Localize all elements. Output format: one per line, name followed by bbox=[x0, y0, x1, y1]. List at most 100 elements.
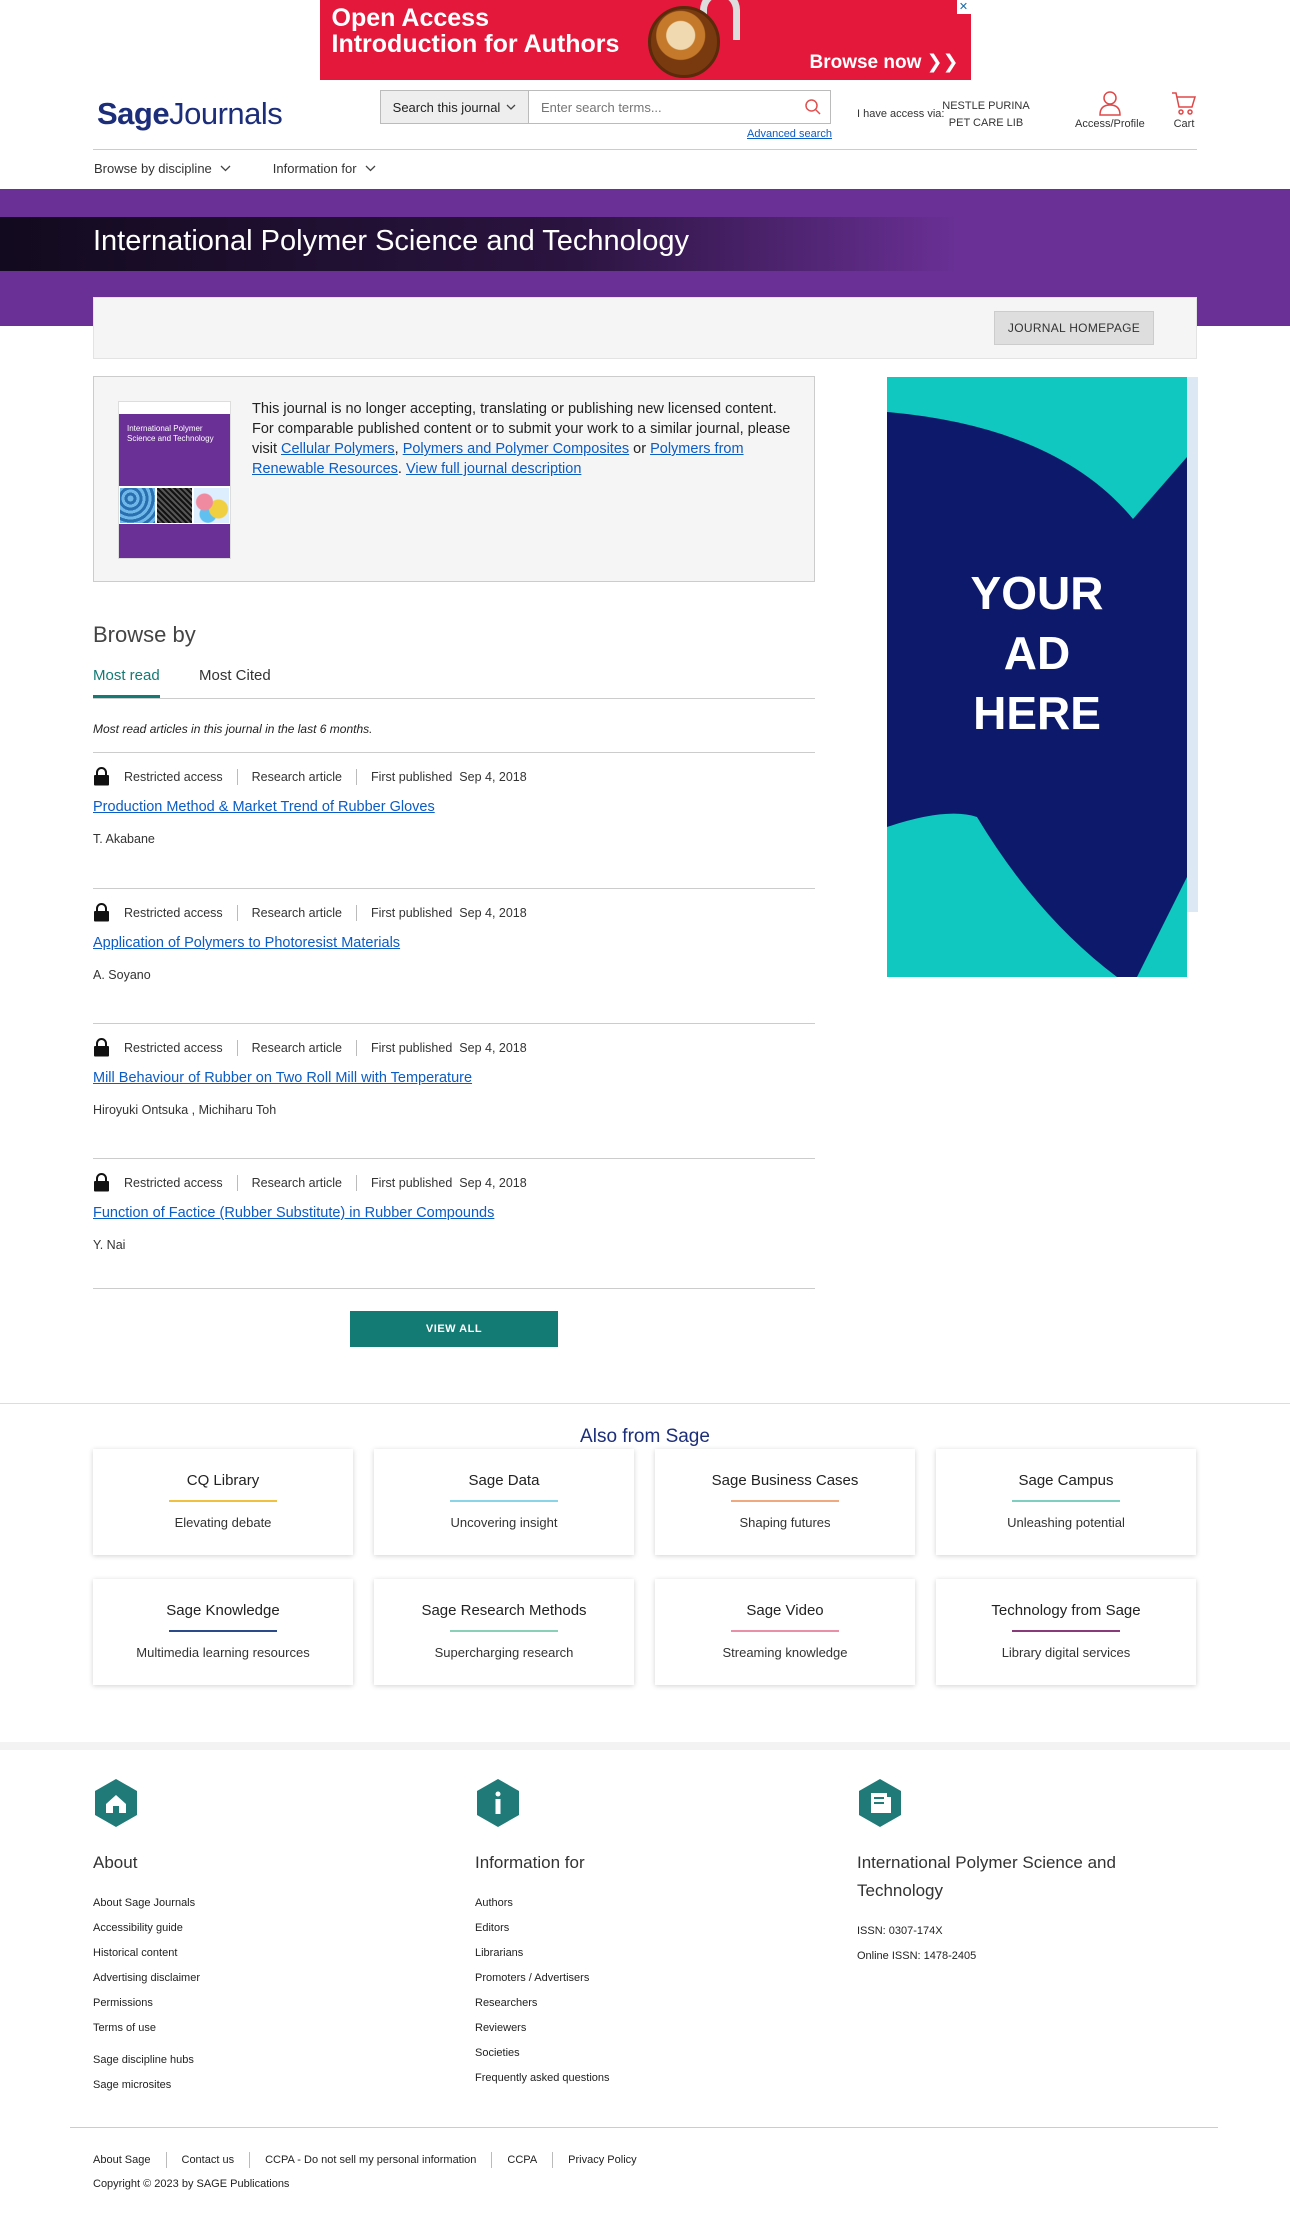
footer-info-title: Information for bbox=[475, 1853, 585, 1872]
top-ad-cta[interactable]: Browse now ❯❯ bbox=[809, 51, 958, 74]
footer-about-title: About bbox=[93, 1853, 138, 1872]
card-title: Sage Campus bbox=[1018, 1472, 1114, 1489]
sub-navigation: Browse by discipline Information for bbox=[93, 150, 1197, 186]
card-accent-line bbox=[169, 1630, 277, 1632]
meta-separator bbox=[355, 904, 357, 921]
polymers-composites-link[interactable]: Polymers and Polymer Composites bbox=[403, 441, 629, 457]
browse-by-discipline-menu[interactable]: Browse by discipline bbox=[94, 161, 231, 176]
issn: ISSN: 0307-174X bbox=[857, 1925, 943, 1937]
browse-by-discipline-label: Browse by discipline bbox=[94, 160, 212, 176]
sage-product-card[interactable]: Technology from Sage Library digital serv… bbox=[936, 1579, 1196, 1685]
sage-product-card[interactable]: Sage Knowledge Multimedia learning resour… bbox=[93, 1579, 353, 1685]
cover-header-strip bbox=[119, 402, 230, 414]
access-type: Restricted access bbox=[124, 769, 223, 784]
footer-link[interactable]: Sage discipline hubs bbox=[93, 2048, 200, 2073]
search-icon[interactable] bbox=[796, 91, 830, 123]
footer-link[interactable]: Societies bbox=[475, 2041, 610, 2066]
footer-rule bbox=[70, 2127, 1218, 2128]
journal-icon bbox=[859, 1779, 901, 1827]
sage-product-card[interactable]: Sage Video Streaming knowledge bbox=[655, 1579, 915, 1685]
footer-separator-line bbox=[491, 2152, 493, 2168]
cart-button[interactable]: Cart bbox=[1171, 90, 1197, 130]
journal-homepage-button[interactable]: JOURNAL HOMEPAGE bbox=[994, 311, 1154, 345]
combination-lock-graphic bbox=[647, 6, 720, 78]
ad-close-icon[interactable]: ✕ bbox=[956, 0, 971, 14]
footer-link[interactable]: Authors bbox=[475, 1891, 610, 1916]
article-type: Research article bbox=[251, 1040, 342, 1055]
published-date: Sep 4, 2018 bbox=[459, 1175, 527, 1190]
footer-link[interactable]: Historical content bbox=[93, 1941, 200, 1966]
article-title-link[interactable]: Application of Polymers to Photoresist M… bbox=[93, 935, 400, 951]
footer-separator bbox=[0, 1742, 1290, 1750]
information-for-menu[interactable]: Information for bbox=[273, 161, 376, 176]
journal-notice: International Polymer Science and Techno… bbox=[93, 376, 815, 582]
user-icon bbox=[1099, 91, 1121, 116]
view-all-button[interactable]: VIEW ALL bbox=[350, 1311, 558, 1347]
also-from-sage-section: Also from Sage CQ Library Elevating debat… bbox=[0, 1403, 1290, 1743]
cover-footer-block bbox=[119, 524, 230, 558]
footer-link[interactable]: Editors bbox=[475, 1916, 610, 1941]
footer-link[interactable]: Promoters / Advertisers bbox=[475, 1966, 610, 1991]
footer-link[interactable]: Terms of use bbox=[93, 2016, 200, 2041]
footer-bottom-link[interactable]: Contact us bbox=[182, 2154, 235, 2166]
meta-separator bbox=[236, 1039, 238, 1056]
footer-separator-line bbox=[552, 2152, 554, 2168]
footer-link[interactable]: Advertising disclaimer bbox=[93, 1966, 200, 1991]
journal-cover-image[interactable]: International Polymer Science and Techno… bbox=[118, 401, 231, 559]
cart-label: Cart bbox=[1173, 118, 1195, 130]
side-ad[interactable]: YOUR AD HERE bbox=[887, 377, 1187, 977]
top-ad-line2: Introduction for Authors bbox=[331, 30, 620, 58]
journal-notice-text: This journal is no longer accepting, tra… bbox=[252, 399, 792, 479]
sage-product-card[interactable]: Sage Data Uncovering insight bbox=[374, 1449, 634, 1555]
footer-bottom-link[interactable]: CCPA - Do not sell my personal informati… bbox=[265, 2154, 476, 2166]
meta-separator bbox=[236, 768, 238, 785]
footer-link[interactable]: Researchers bbox=[475, 1991, 610, 2016]
sage-product-card[interactable]: Sage Campus Unleashing potential bbox=[936, 1449, 1196, 1555]
cellular-polymers-link[interactable]: Cellular Polymers bbox=[281, 441, 395, 457]
tab-most-read[interactable]: Most read bbox=[93, 667, 160, 698]
article-title-link[interactable]: Function of Factice (Rubber Substitute) … bbox=[93, 1205, 494, 1221]
footer-link[interactable]: About Sage Journals bbox=[93, 1891, 200, 1916]
article-row: Restricted access Research article First p… bbox=[93, 1158, 815, 1294]
article-meta: Restricted access Research article First p… bbox=[93, 1173, 527, 1192]
sage-product-card[interactable]: Sage Research Methods Supercharging resea… bbox=[374, 1579, 634, 1685]
access-profile-button[interactable]: Access/Profile bbox=[1075, 90, 1145, 130]
view-journal-description-link[interactable]: View full journal description bbox=[406, 461, 581, 477]
search-input[interactable] bbox=[529, 91, 796, 123]
footer-link[interactable]: Sage microsites bbox=[93, 2073, 200, 2098]
article-meta: Restricted access Research article First p… bbox=[93, 767, 527, 786]
footer-link[interactable]: Librarians bbox=[475, 1941, 610, 1966]
article-title-link[interactable]: Production Method & Market Trend of Rubb… bbox=[93, 799, 435, 815]
card-subtitle: Supercharging research bbox=[434, 1645, 574, 1660]
footer-link[interactable]: Reviewers bbox=[475, 2016, 610, 2041]
sage-journals-logo[interactable]: SageJournals bbox=[97, 96, 283, 132]
site-header: SageJournals Search this journal Advance… bbox=[93, 80, 1197, 150]
sage-product-card[interactable]: CQ Library Elevating debate bbox=[93, 1449, 353, 1555]
notice-comma: , bbox=[394, 441, 403, 457]
footer-bottom-link[interactable]: Privacy Policy bbox=[568, 2154, 636, 2166]
access-type: Restricted access bbox=[124, 905, 223, 920]
footer-journal-issn: ISSN: 0307-174X Online ISSN: 1478-2405 bbox=[857, 1919, 1147, 1969]
footer-link[interactable]: Frequently asked questions bbox=[475, 2066, 610, 2091]
article-authors[interactable]: Y. Nai bbox=[93, 1238, 125, 1252]
card-title: Sage Knowledge bbox=[166, 1602, 280, 1619]
browse-tabs: Most read Most Cited bbox=[93, 663, 815, 699]
article-authors[interactable]: T. Akabane bbox=[93, 832, 155, 846]
footer-link[interactable]: Accessibility guide bbox=[93, 1916, 200, 1941]
article-authors[interactable]: Hiroyuki Ontsuka , Michiharu Toh bbox=[93, 1103, 276, 1117]
footer-bottom-link[interactable]: CCPA bbox=[507, 2154, 537, 2166]
advanced-search-link[interactable]: Advanced search bbox=[747, 128, 832, 140]
search-scope-select[interactable]: Search this journal bbox=[381, 91, 529, 123]
article-authors[interactable]: A. Soyano bbox=[93, 968, 151, 982]
top-ad-banner[interactable]: Open Access Introduction for Authors Bro… bbox=[319, 0, 971, 80]
published-label: First published bbox=[370, 1175, 453, 1190]
card-accent-line bbox=[1012, 1630, 1120, 1632]
lock-icon bbox=[94, 903, 109, 922]
footer-bottom-link[interactable]: About Sage bbox=[93, 2154, 151, 2166]
footer-link[interactable]: Permissions bbox=[93, 1991, 200, 2016]
sage-product-card[interactable]: Sage Business Cases Shaping futures bbox=[655, 1449, 915, 1555]
article-type: Research article bbox=[251, 1175, 342, 1190]
card-subtitle: Unleashing potential bbox=[1007, 1515, 1125, 1530]
tab-most-cited[interactable]: Most Cited bbox=[199, 667, 271, 698]
article-title-link[interactable]: Mill Behaviour of Rubber on Two Roll Mil… bbox=[93, 1070, 472, 1086]
